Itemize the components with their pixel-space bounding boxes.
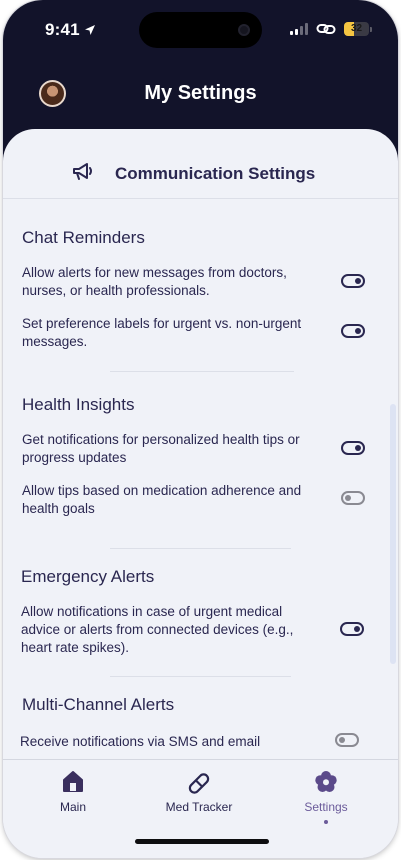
toggle-adherence-tips[interactable]	[341, 491, 365, 505]
setting-text: Allow notifications in case of urgent me…	[21, 604, 294, 655]
active-tab-indicator	[324, 820, 328, 824]
divider	[110, 548, 291, 549]
status-bar: 9:41 32	[3, 0, 398, 60]
page-title: My Settings	[144, 82, 257, 104]
scrollbar[interactable]	[390, 404, 396, 664]
dynamic-island	[139, 12, 262, 48]
setting-text: Set preference labels for urgent vs. non…	[22, 316, 302, 349]
battery-icon: 32	[344, 22, 369, 36]
group-title-health-insights: Health Insights	[22, 395, 135, 414]
camera-icon	[238, 24, 250, 36]
group-title-chat-reminders: Chat Reminders	[22, 228, 145, 247]
tab-main[interactable]: Main	[23, 770, 123, 814]
toggle-emergency-notifications[interactable]	[340, 622, 364, 636]
group-title-multi-channel-alerts: Multi-Channel Alerts	[22, 695, 175, 714]
flower-gear-icon	[315, 771, 337, 792]
tab-settings[interactable]: Settings	[276, 770, 376, 824]
divider	[110, 371, 294, 372]
battery-level: 32	[350, 23, 363, 34]
section-title: Communication Settings	[115, 164, 316, 183]
cellular-signal-icon	[290, 23, 308, 35]
phone-screen: 9:41 32 My Settings Communication Settin…	[3, 0, 398, 858]
pill-icon	[188, 773, 210, 794]
link-icon	[316, 24, 336, 34]
toggle-health-tips[interactable]	[341, 441, 365, 455]
tab-label: Med Tracker	[165, 800, 233, 814]
home-icon	[63, 771, 83, 792]
section-header: Communication Settings	[3, 129, 398, 199]
status-indicators: 32	[290, 22, 372, 36]
setting-text: Get notifications for personalized healt…	[22, 432, 300, 465]
status-time: 9:41	[45, 20, 96, 40]
tab-label: Settings	[304, 800, 348, 814]
megaphone-icon	[73, 163, 92, 180]
battery-indicator: 32	[344, 22, 372, 36]
tab-med-tracker[interactable]: Med Tracker	[149, 770, 249, 814]
toggle-sms-email[interactable]	[335, 733, 359, 747]
group-title-emergency-alerts: Emergency Alerts	[21, 567, 155, 586]
home-indicator[interactable]	[135, 839, 269, 844]
status-time-text: 9:41	[45, 20, 80, 39]
toggle-new-message-alerts[interactable]	[341, 274, 365, 288]
setting-text: Allow alerts for new messages from docto…	[22, 265, 287, 298]
setting-text: Allow tips based on medication adherence…	[22, 483, 302, 516]
location-arrow-icon	[84, 25, 95, 35]
tab-label: Main	[59, 800, 86, 814]
toggle-urgency-labels[interactable]	[341, 324, 365, 338]
divider	[110, 676, 291, 677]
setting-text: Receive notifications via SMS and email	[20, 734, 261, 749]
